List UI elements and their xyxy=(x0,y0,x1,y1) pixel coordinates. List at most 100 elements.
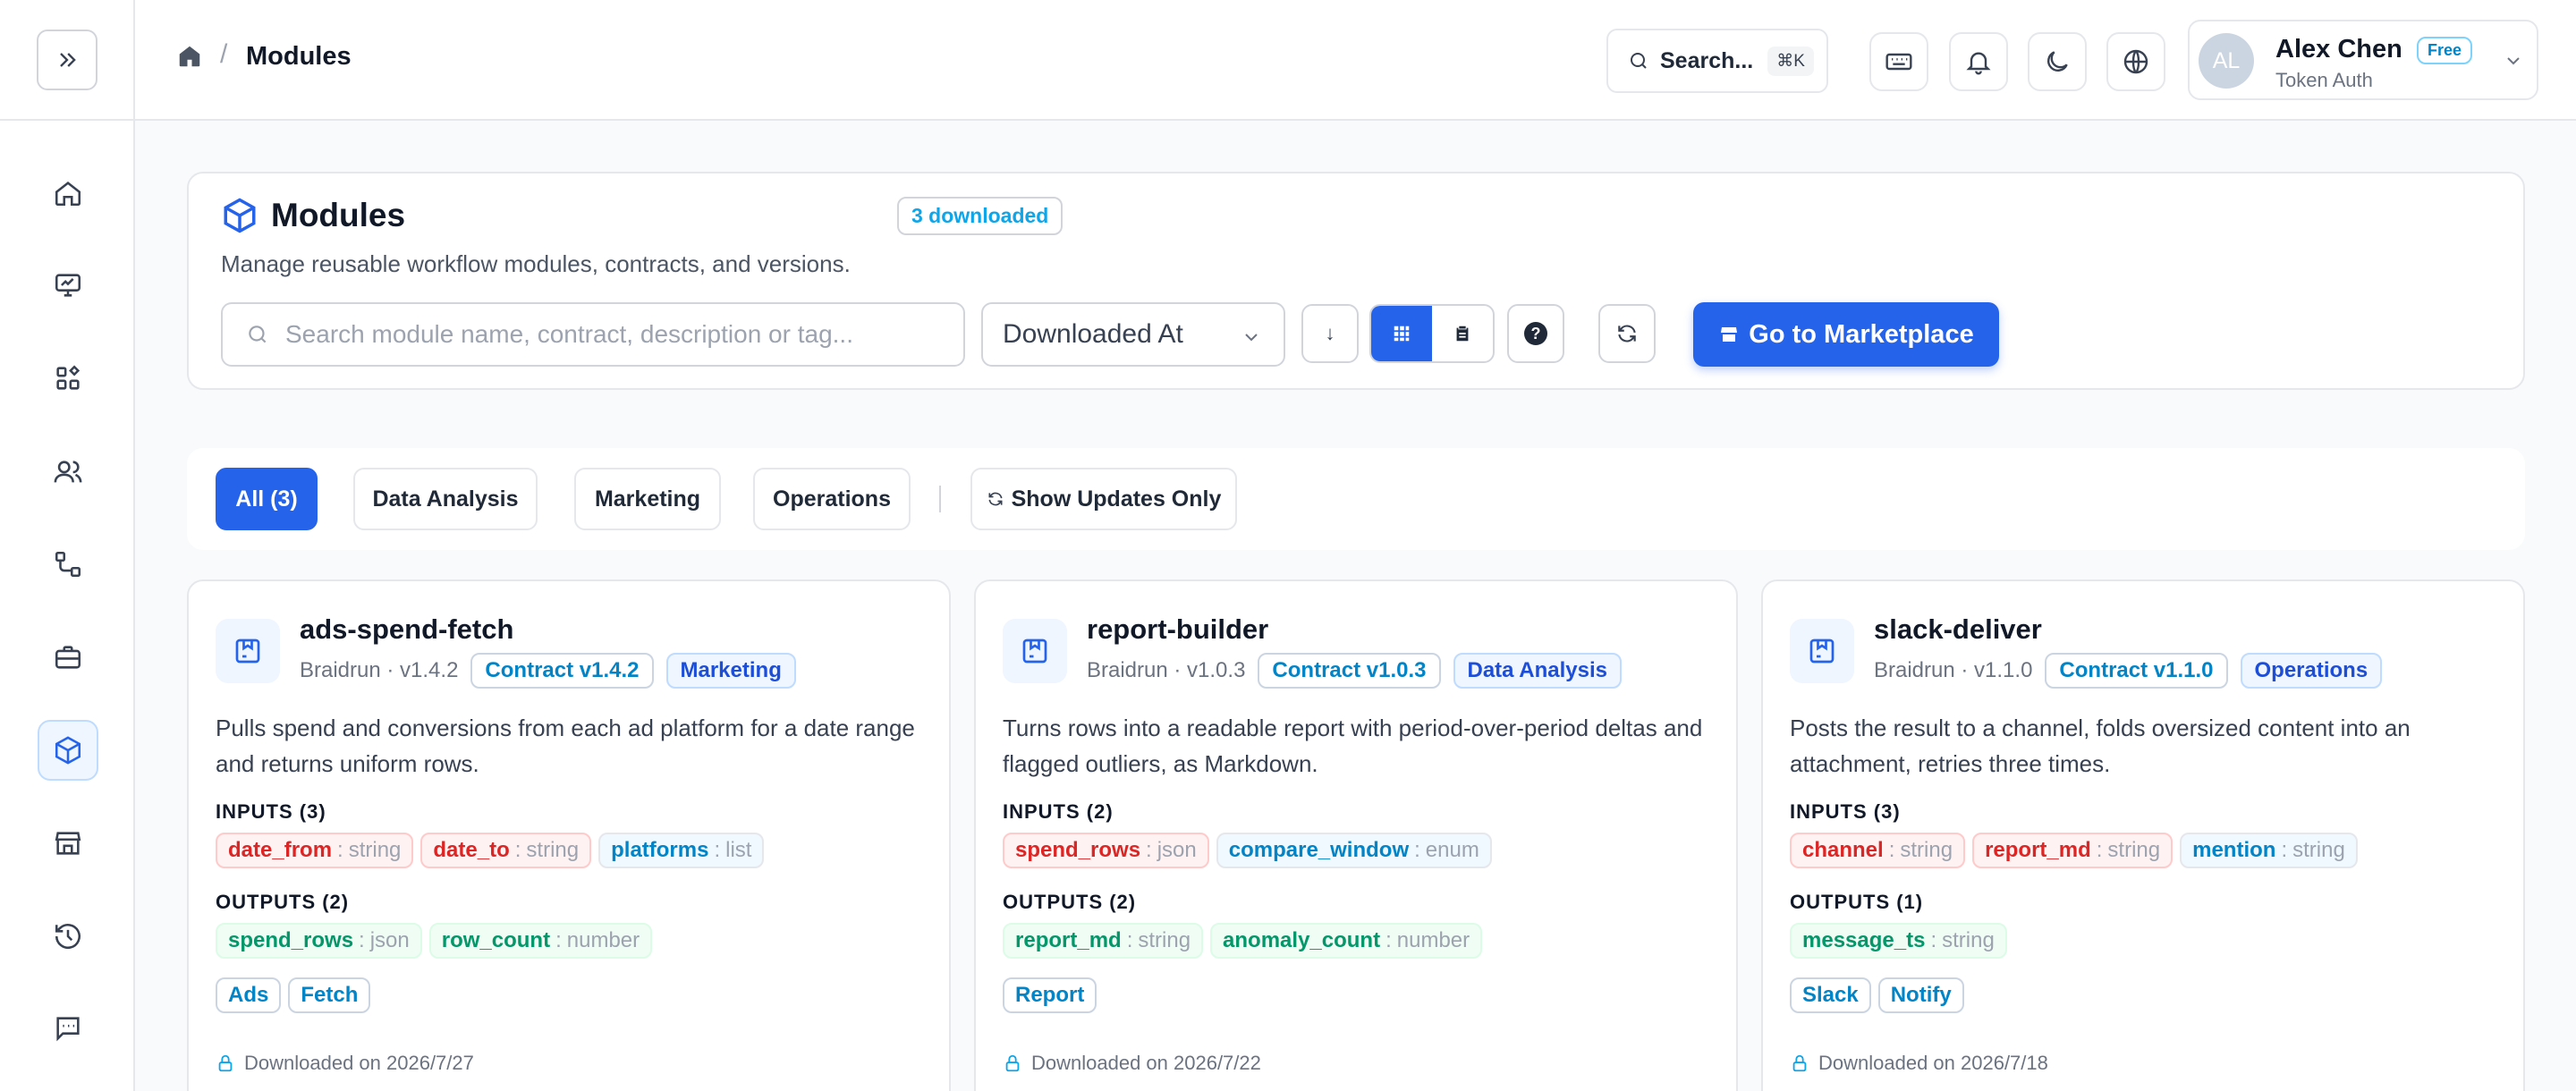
message-icon xyxy=(56,1017,80,1042)
filter-operations[interactable]: Operations xyxy=(753,468,911,530)
param-type: list xyxy=(725,838,752,862)
module-meta: Braidrun · v1.4.2 Contract v1.4.2 Marketin… xyxy=(300,653,796,689)
cube-icon xyxy=(55,736,81,765)
chevrons-right-icon xyxy=(59,52,76,67)
param-type: json xyxy=(369,928,410,952)
nav-home[interactable] xyxy=(38,163,98,224)
list-view-button[interactable] xyxy=(1432,306,1493,361)
outputs-label: OUTPUTS (2) xyxy=(216,891,350,913)
refresh-button[interactable] xyxy=(1598,304,1656,363)
param-name: mention xyxy=(2192,838,2276,862)
nav-marketplace[interactable] xyxy=(38,813,98,874)
notifications-button[interactable] xyxy=(1949,32,2008,91)
theme-toggle-button[interactable] xyxy=(2028,32,2087,91)
outputs-list: message_ts: string xyxy=(1790,923,2007,959)
output-param: message_ts: string xyxy=(1790,923,2007,959)
grid-view-button[interactable] xyxy=(1371,306,1432,361)
category-badge: Operations xyxy=(2240,653,2383,689)
show-updates-only-toggle[interactable]: Show Updates Only xyxy=(970,468,1237,530)
filter-all[interactable]: All (3) xyxy=(216,468,318,530)
sort-direction-button[interactable]: ↓ xyxy=(1301,304,1359,363)
param-type: string xyxy=(2292,838,2345,862)
nav-apps[interactable] xyxy=(38,348,98,409)
module-tag[interactable]: Report xyxy=(1003,977,1097,1013)
module-name[interactable]: ads-spend-fetch xyxy=(300,613,513,646)
clipboard-icon xyxy=(1456,326,1469,342)
expand-sidebar-button[interactable] xyxy=(36,29,97,90)
help-button[interactable]: ? xyxy=(1507,304,1564,363)
param-separator: : xyxy=(1146,838,1152,862)
module-name[interactable]: slack-deliver xyxy=(1874,613,2042,646)
param-type: enum xyxy=(1425,838,1479,862)
help-icon: ? xyxy=(1524,322,1547,345)
inputs-list: spend_rows: json compare_window: enum xyxy=(1003,833,1492,868)
outputs-list: spend_rows: json row_count: number xyxy=(216,923,653,959)
module-name[interactable]: report-builder xyxy=(1087,613,1268,646)
lock-icon xyxy=(218,1054,233,1072)
nav-messages[interactable] xyxy=(38,998,98,1059)
nav-history[interactable] xyxy=(38,906,98,967)
nav-dashboard[interactable] xyxy=(38,255,98,316)
input-param: spend_rows: json xyxy=(1003,833,1209,868)
input-param: mention: string xyxy=(2180,833,2358,868)
monitor-chart-icon xyxy=(55,274,81,297)
module-tag[interactable]: Slack xyxy=(1790,977,1871,1013)
go-to-marketplace-button[interactable]: Go to Marketplace xyxy=(1693,302,1999,367)
param-name: spend_rows xyxy=(228,928,354,952)
lock-icon xyxy=(1792,1054,1807,1072)
param-type: string xyxy=(348,838,402,862)
outputs-label: OUTPUTS (1) xyxy=(1790,891,1924,913)
output-param: row_count: number xyxy=(428,923,653,959)
module-icon xyxy=(1790,619,1854,683)
module-card[interactable]: ads-spend-fetch Braidrun · v1.4.2 Contract… xyxy=(187,579,951,1091)
global-search-button[interactable]: Search... ⌘K xyxy=(1606,29,1828,93)
param-name: message_ts xyxy=(1802,928,1926,952)
language-button[interactable] xyxy=(2106,32,2165,91)
module-description: Pulls spend and conversions from each ad… xyxy=(216,715,915,777)
module-tag[interactable]: Ads xyxy=(216,977,282,1013)
module-tag[interactable]: Fetch xyxy=(288,977,371,1013)
user-menu[interactable]: AL Alex Chen Free Token Auth xyxy=(2188,20,2538,100)
module-card[interactable]: report-builder Braidrun · v1.0.3 Contract … xyxy=(974,579,1738,1091)
param-name: channel xyxy=(1802,838,1884,862)
package-icon xyxy=(235,639,260,664)
category-badge: Data Analysis xyxy=(1453,653,1623,689)
modules-header-card: Modules 3 downloaded Manage reusable wor… xyxy=(187,172,2525,390)
nav-toolbox[interactable] xyxy=(38,627,98,688)
param-separator: : xyxy=(2281,838,2288,862)
module-card[interactable]: slack-deliver Braidrun · v1.1.0 Contract v… xyxy=(1761,579,2525,1091)
breadcrumb-home[interactable] xyxy=(176,43,203,74)
grid-view-icon xyxy=(1394,326,1410,342)
store-icon xyxy=(1721,327,1738,342)
nav-modules[interactable] xyxy=(38,720,98,781)
sort-select[interactable]: Downloaded At xyxy=(981,302,1285,367)
module-search-field[interactable] xyxy=(221,302,965,367)
sort-select-value: Downloaded At xyxy=(1003,319,1183,349)
filter-marketing[interactable]: Marketing xyxy=(574,468,721,530)
lock-icon xyxy=(1005,1054,1020,1072)
param-name: anomaly_count xyxy=(1223,928,1381,952)
param-type: string xyxy=(1942,928,1995,952)
nav-users[interactable] xyxy=(38,442,98,503)
search-icon xyxy=(249,326,267,343)
package-icon xyxy=(1022,639,1047,664)
show-updates-label: Show Updates Only xyxy=(1011,486,1222,512)
contract-badge: Contract v1.4.2 xyxy=(470,653,654,689)
input-param: date_to: string xyxy=(420,833,592,868)
module-tag[interactable]: Notify xyxy=(1877,977,1964,1013)
downloaded-count-badge: 3 downloaded xyxy=(897,197,1063,235)
param-separator: : xyxy=(359,928,365,952)
nav-workflows[interactable] xyxy=(38,534,98,595)
outputs-list: report_md: string anomaly_count: number xyxy=(1003,923,1483,959)
briefcase-icon xyxy=(55,646,81,669)
search-shortcut: ⌘K xyxy=(1767,46,1814,76)
inputs-list: channel: string report_md: string mention: st… xyxy=(1790,833,2358,868)
module-search-input[interactable] xyxy=(285,320,929,349)
input-param: date_from: string xyxy=(216,833,414,868)
filter-data-analysis[interactable]: Data Analysis xyxy=(353,468,538,530)
category-filter-bar: All (3) Data Analysis Marketing Operatio… xyxy=(187,448,2525,550)
marketplace-label: Go to Marketplace xyxy=(1749,319,1974,349)
keyboard-shortcuts-button[interactable] xyxy=(1869,32,1928,91)
param-separator: : xyxy=(337,838,343,862)
downloaded-info: Downloaded on 2026/7/27 xyxy=(216,1052,474,1075)
